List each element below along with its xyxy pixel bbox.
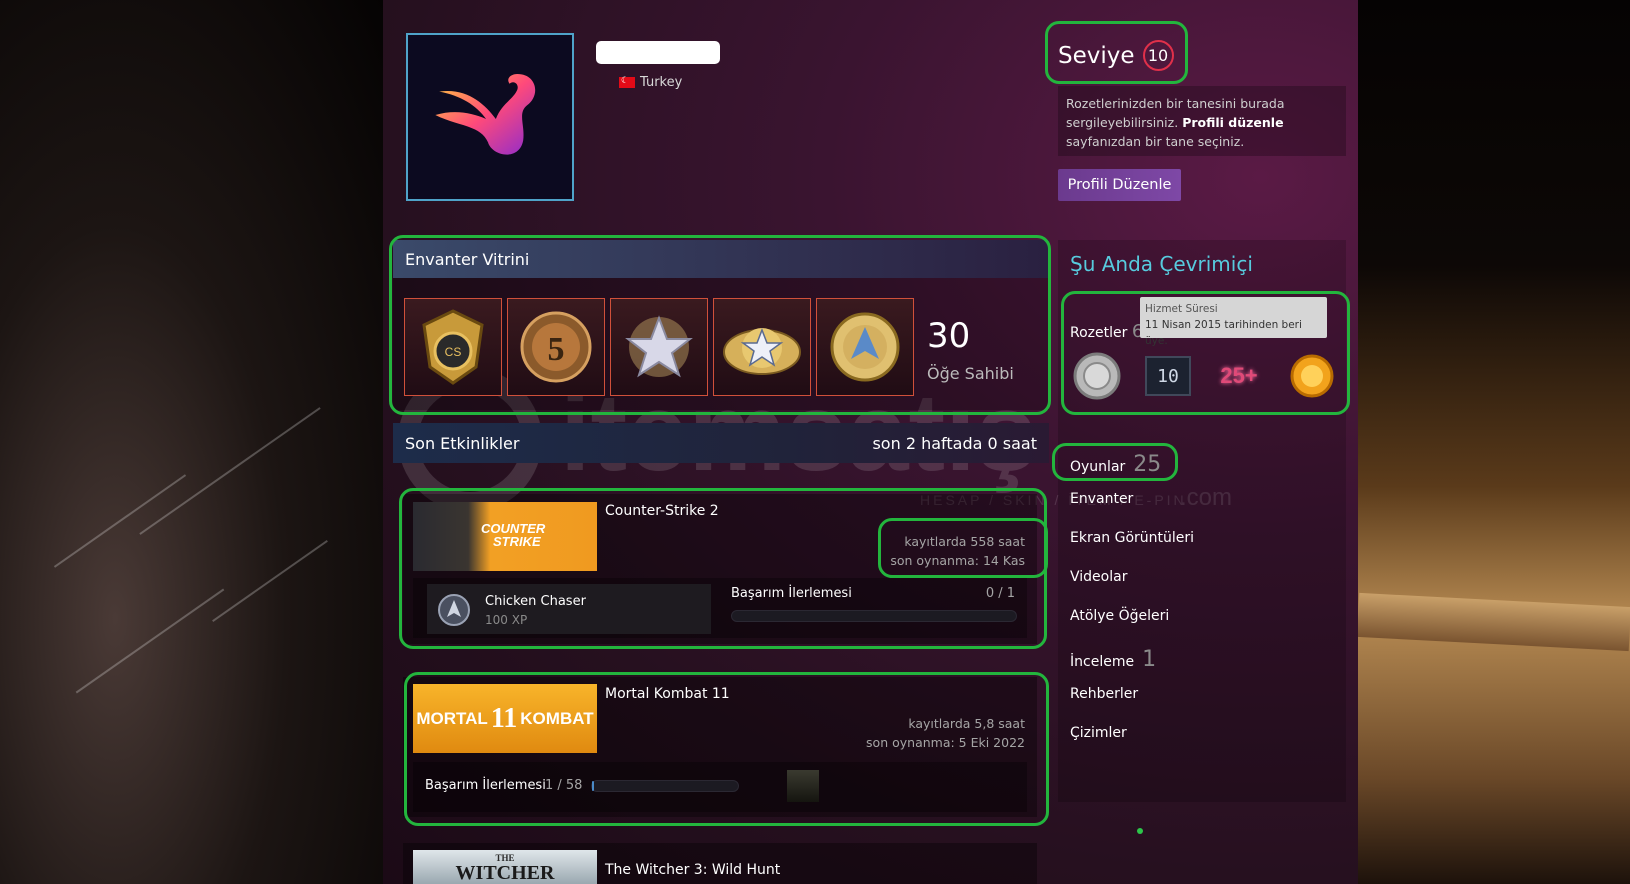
sidebar-item-count: 1 — [1142, 647, 1157, 672]
mk11-capsule-image[interactable]: MORTAL 11 KOMBAT — [413, 684, 597, 753]
badges-link[interactable]: Rozetler 6 — [1070, 321, 1143, 342]
achievement-name: Chicken Chaser — [485, 594, 586, 609]
inventory-items: CS 5 — [404, 298, 914, 396]
achievement-progress-bar — [731, 610, 1017, 622]
profile-avatar[interactable] — [406, 33, 574, 201]
online-status: Şu Anda Çevrimiçi — [1070, 252, 1253, 276]
background-right-art — [1357, 0, 1630, 884]
cs2-logo-text-2: STRIKE — [493, 534, 541, 549]
sidebar-item-videos[interactable]: Videolar — [1070, 569, 1194, 608]
sidebar-item-label: Ekran Görüntüleri — [1070, 530, 1195, 546]
sidebar-item-reviews[interactable]: İnceleme 1 — [1070, 647, 1194, 686]
svg-text:CS: CS — [445, 345, 462, 359]
sidebar-item-label: Rehberler — [1070, 686, 1139, 702]
game-title[interactable]: The Witcher 3: Wild Hunt — [605, 862, 780, 878]
sidebar-links: Oyunlar 25 Envanter Ekran Görüntüleri Vid… — [1070, 452, 1194, 764]
edit-profile-button[interactable]: Profili Düzenle — [1058, 169, 1181, 201]
csgo-coin-icon[interactable]: CS — [404, 298, 502, 396]
level-label: Seviye — [1058, 42, 1135, 69]
sidebar-item-games[interactable]: Oyunlar 25 — [1070, 452, 1194, 491]
sidebar-item-label: Atölye Öğeleri — [1070, 608, 1170, 624]
sidebar-item-label: Envanter — [1070, 491, 1134, 507]
games-owned-badge-icon[interactable]: 25+ — [1214, 352, 1264, 400]
pager-dot[interactable] — [1137, 828, 1143, 834]
country-info: Turkey — [619, 75, 682, 90]
years-of-service-badge-icon[interactable]: 10 — [1145, 356, 1191, 396]
inventory-count-label: Öğe Sahibi — [927, 364, 1014, 383]
level-display[interactable]: Seviye 10 — [1058, 40, 1174, 71]
svg-text:5: 5 — [548, 331, 565, 368]
sidebar-item-inventory[interactable]: Envanter — [1070, 491, 1194, 530]
game-card-cs2: COUNTER STRIKE Counter-Strike 2 kayıtlar… — [403, 494, 1037, 644]
sidebar-item-guides[interactable]: Rehberler — [1070, 686, 1194, 725]
star-medal-icon[interactable] — [610, 298, 708, 396]
inventory-showcase-header: Envanter Vitrini — [393, 240, 1049, 278]
tooltip-text: 11 Nisan 2015 tarihinden beri üye. — [1145, 319, 1302, 347]
mk11-logo-text-2: KOMBAT — [520, 708, 594, 728]
achievement-area: Başarım İlerlemesi 1 / 58 — [413, 762, 1027, 812]
tooltip-title: Hizmet Süresi — [1145, 303, 1218, 315]
sidebar-item-artwork[interactable]: Çizimler — [1070, 725, 1194, 764]
mk11-logo-text-1: MORTAL — [416, 708, 488, 728]
game-title[interactable]: Counter-Strike 2 — [605, 503, 719, 519]
gold-medal-badge-icon[interactable] — [1287, 352, 1337, 400]
game-hours: kayıtlarda 558 saat — [904, 534, 1025, 549]
achievement-progress-value: 1 / 58 — [545, 778, 583, 793]
cs2-capsule-image[interactable]: COUNTER STRIKE — [413, 502, 597, 571]
game-last-played: son oynanma: 14 Kas — [890, 553, 1025, 568]
games-badge-text: 25+ — [1220, 363, 1258, 388]
game-playtime: kayıtlarda 558 saat son oynanma: 14 Kas — [890, 532, 1025, 570]
years-badge-text: 10 — [1157, 365, 1179, 387]
badge-info-post: sayfanızdan bir tane seçiniz. — [1066, 134, 1245, 149]
game-playtime: kayıtlarda 5,8 saat son oynanma: 5 Eki 2… — [866, 714, 1025, 752]
game-card-mk11: MORTAL 11 KOMBAT Mortal Kombat 11 kayıtl… — [403, 677, 1037, 817]
game-card-witcher: THE WITCHER The Witcher 3: Wild Hunt — [403, 843, 1037, 884]
game-last-played: son oynanma: 5 Eki 2022 — [866, 735, 1025, 750]
achievement-progress-fill — [592, 781, 595, 791]
recent-activity-title: Son Etkinlikler — [405, 434, 520, 453]
sidebar-item-screenshots[interactable]: Ekran Görüntüleri — [1070, 530, 1194, 569]
level-badge: 10 — [1142, 40, 1174, 71]
winged-star-medal-icon[interactable] — [713, 298, 811, 396]
achievement-progress-value: 0 / 1 — [985, 586, 1015, 601]
sidebar-item-label: Çizimler — [1070, 725, 1127, 741]
sidebar-item-label: Videolar — [1070, 569, 1128, 585]
recent-activity-summary: son 2 haftada 0 saat — [872, 434, 1037, 453]
recent-activity-header: Son Etkinlikler son 2 haftada 0 saat — [393, 423, 1049, 463]
country-label: Turkey — [640, 75, 683, 90]
operation-coin-icon[interactable] — [816, 298, 914, 396]
background-left-art — [0, 0, 383, 884]
achievement-progress-label: Başarım İlerlemesi — [425, 778, 546, 793]
achievement-xp: 100 XP — [485, 613, 528, 627]
achievement-progress-label: Başarım İlerlemesi — [731, 586, 852, 601]
sidebar-item-workshop[interactable]: Atölye Öğeleri — [1070, 608, 1194, 647]
sidebar-item-label: İnceleme — [1070, 654, 1135, 670]
username-redacted — [596, 41, 720, 64]
silver-coin-badge-icon[interactable] — [1072, 352, 1122, 400]
five-year-coin-icon[interactable]: 5 — [507, 298, 605, 396]
mk11-achievement-icon[interactable] — [787, 770, 819, 802]
inventory-count[interactable]: 30 — [927, 316, 970, 356]
badge-row: 10 25+ — [1072, 352, 1337, 400]
achievement-tile[interactable]: Chicken Chaser 100 XP — [427, 584, 711, 634]
witcher-capsule-image[interactable]: THE WITCHER — [413, 850, 597, 884]
badge-info-link[interactable]: Profili düzenle — [1182, 115, 1283, 130]
turkey-flag-icon — [619, 76, 635, 88]
achievement-area: Chicken Chaser 100 XP Başarım İlerlemesi… — [413, 578, 1027, 638]
achievement-progress-bar — [591, 780, 739, 792]
badge-info-text: Rozetlerinizden bir tanesini burada serg… — [1058, 86, 1346, 156]
sidebar-item-count: 25 — [1133, 452, 1162, 477]
mk11-logo-num: 11 — [490, 702, 518, 734]
sidebar-item-label: Oyunlar — [1070, 459, 1126, 475]
game-title[interactable]: Mortal Kombat 11 — [605, 686, 730, 702]
chicken-chaser-achievement-icon — [438, 594, 470, 626]
badges-label: Rozetler — [1070, 325, 1128, 341]
game-hours: kayıtlarda 5,8 saat — [908, 716, 1025, 731]
witcher-logo-text-2: WITCHER — [455, 862, 555, 884]
swan-logo-icon — [435, 74, 536, 155]
service-years-tooltip: Hizmet Süresi 11 Nisan 2015 tarihinden b… — [1140, 297, 1327, 347]
